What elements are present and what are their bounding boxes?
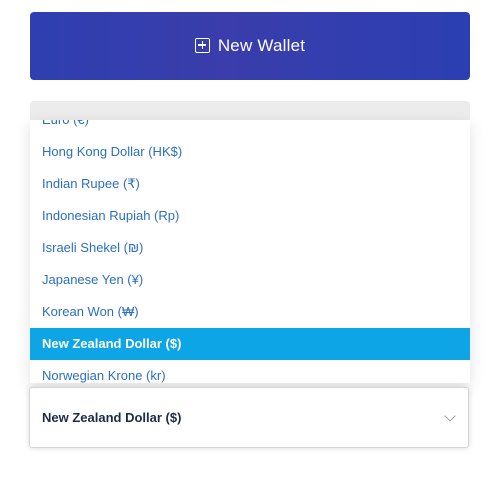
currency-option-new-zealand-dollar[interactable]: New Zealand Dollar ($): [30, 328, 470, 360]
new-wallet-button[interactable]: New Wallet: [30, 12, 470, 80]
currency-option-euro[interactable]: Euro (€): [30, 120, 470, 136]
currency-option-korean-won[interactable]: Korean Won (₩): [30, 296, 470, 328]
new-wallet-label: New Wallet: [217, 36, 306, 55]
currency-select-value: New Zealand Dollar ($): [42, 410, 182, 425]
currency-dropdown-list[interactable]: Euro (€) Hong Kong Dollar (HK$) Indian R…: [30, 120, 470, 383]
currency-option-indian-rupee[interactable]: Indian Rupee (₹): [30, 168, 470, 200]
currency-select[interactable]: New Zealand Dollar ($): [29, 387, 469, 448]
currency-option-israeli-shekel[interactable]: Israeli Shekel (₪): [30, 232, 470, 264]
currency-option-hong-kong-dollar[interactable]: Hong Kong Dollar (HK$): [30, 136, 470, 168]
chevron-down-icon: [444, 409, 456, 422]
plus-square-icon: [194, 37, 210, 53]
currency-option-indonesian-rupiah[interactable]: Indonesian Rupiah (Rp): [30, 200, 470, 232]
currency-option-norwegian-krone[interactable]: Norwegian Krone (kr): [30, 360, 470, 383]
currency-option-japanese-yen[interactable]: Japanese Yen (¥): [30, 264, 470, 296]
